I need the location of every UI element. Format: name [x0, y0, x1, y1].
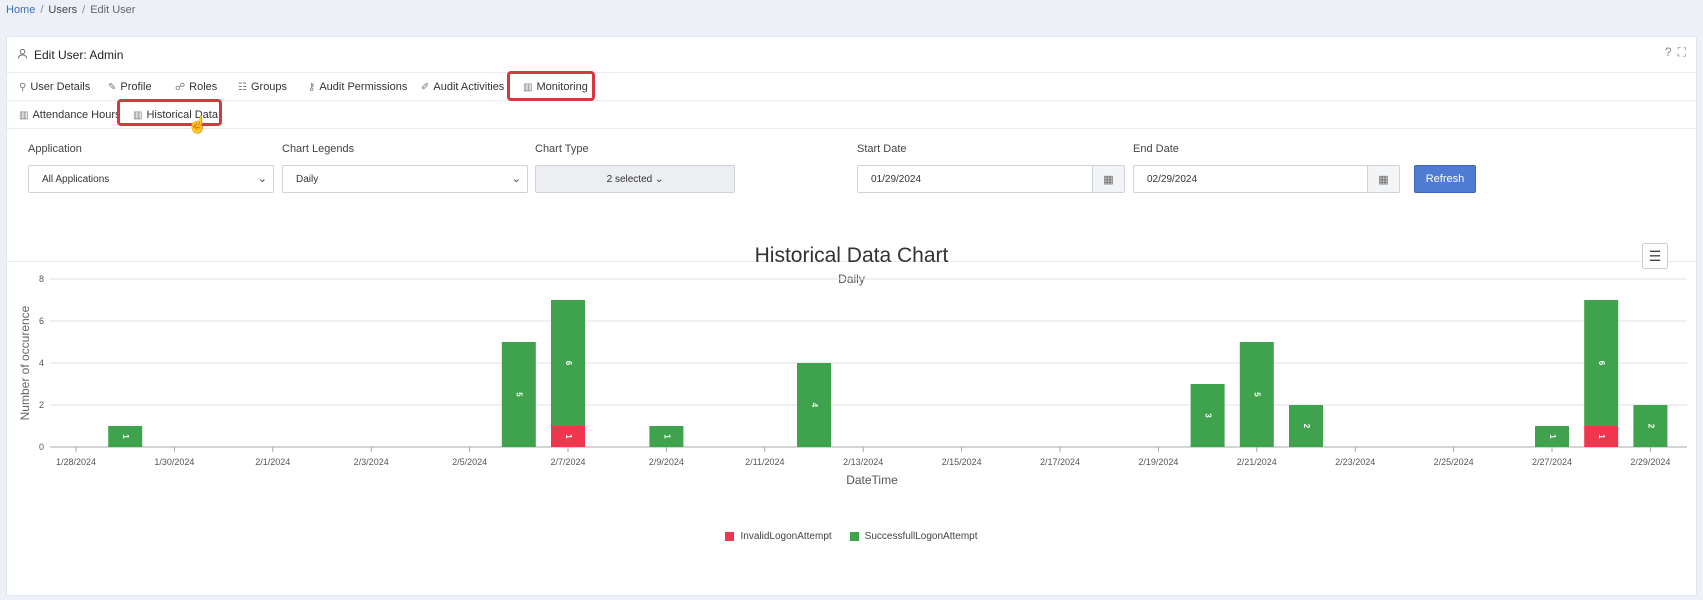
x-tick-label: 2/13/2024 [843, 457, 883, 467]
x-tick-label: 2/9/2024 [649, 457, 684, 467]
bar-data-label: 1 [121, 434, 130, 439]
hand-cursor-icon: ☝ [187, 115, 209, 134]
x-tick-label: 2/17/2024 [1040, 457, 1080, 467]
bar-data-label: 6 [1597, 361, 1606, 366]
x-tick-label: 2/11/2024 [745, 457, 784, 467]
chart-legend: InvalidLogonAttempt SuccessfullLogonAtte… [7, 531, 1696, 542]
y-tick-label: 2 [39, 400, 44, 410]
legend-label: SuccessfullLogonAttempt [864, 531, 978, 542]
x-axis-title: DateTime [846, 473, 898, 487]
bar-data-label: 4 [810, 403, 819, 408]
x-tick-label: 2/15/2024 [942, 457, 982, 467]
y-tick-label: 0 [39, 442, 44, 452]
x-tick-label: 2/25/2024 [1434, 457, 1474, 467]
x-tick-label: 2/1/2024 [255, 457, 290, 467]
bar-data-label: 2 [1302, 424, 1311, 429]
bar-data-label: 6 [564, 361, 573, 366]
x-tick-label: 2/5/2024 [452, 457, 487, 467]
bar-data-label: 1 [1597, 434, 1606, 439]
legend-swatch [849, 532, 859, 541]
legend-item-successful[interactable]: SuccessfullLogonAttempt [849, 531, 978, 542]
legend-swatch [725, 532, 735, 541]
legend-label: InvalidLogonAttempt [740, 531, 832, 542]
x-tick-label: 1/30/2024 [154, 457, 194, 467]
y-axis-title: Number of occurence [18, 305, 32, 420]
historical-data-chart: 0 2 4 6 8 Number of occurence 1/28/2024 1/30/20… [18, 274, 1687, 487]
y-tick-label: 8 [39, 274, 44, 284]
bar-data-label: 2 [1646, 424, 1655, 429]
x-tick-label: 2/27/2024 [1532, 457, 1572, 467]
bar-data-label: 1 [662, 434, 671, 439]
bar-data-label: 3 [1203, 413, 1212, 418]
x-tick-label: 2/29/2024 [1630, 457, 1670, 467]
breadcrumb: Home / Users / Edit User [6, 4, 135, 16]
x-tick-label: 2/21/2024 [1237, 457, 1277, 467]
breadcrumb-current: Edit User [90, 4, 136, 16]
x-tick-label: 2/3/2024 [354, 457, 389, 467]
bar-data-label: 5 [1253, 392, 1262, 397]
bar-data-label: 5 [515, 392, 524, 397]
x-tick-label: 2/19/2024 [1138, 457, 1178, 467]
y-tick-label: 6 [39, 316, 44, 326]
edit-user-card: Edit User: Admin ? ⛶ ⚲ User Details ✎ Prof… [6, 36, 1697, 596]
breadcrumb-separator: / [82, 4, 86, 16]
y-tick-label: 4 [39, 358, 44, 368]
bar-data-label: 1 [564, 434, 573, 439]
breadcrumb-separator: / [40, 4, 44, 16]
breadcrumb-home[interactable]: Home [6, 4, 35, 16]
x-tick-label: 2/23/2024 [1335, 457, 1375, 467]
legend-item-invalid[interactable]: InvalidLogonAttempt [725, 531, 832, 542]
breadcrumb-users[interactable]: Users [48, 4, 77, 16]
x-tick-label: 1/28/2024 [56, 457, 96, 467]
bar-data-label: 1 [1548, 434, 1557, 439]
x-tick-label: 2/7/2024 [550, 457, 585, 467]
